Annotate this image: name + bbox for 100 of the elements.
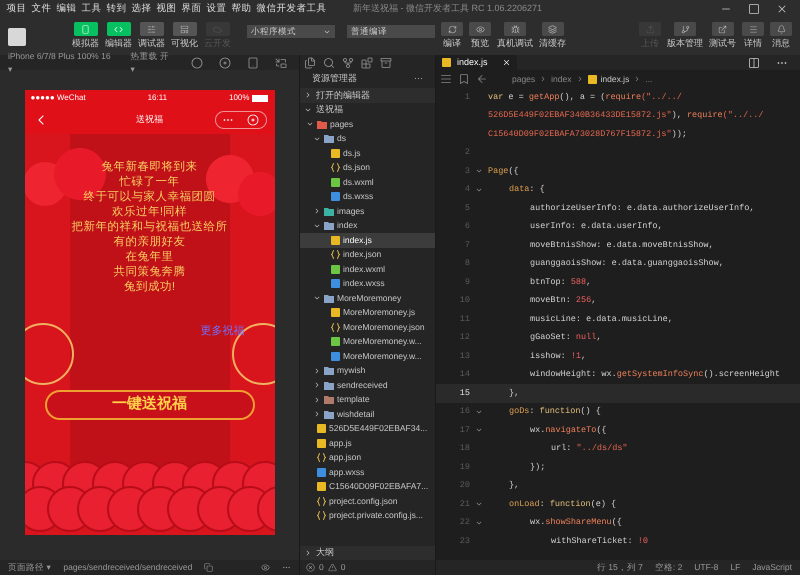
close-circle-icon[interactable] xyxy=(247,114,259,126)
toolbar-button[interactable] xyxy=(742,22,764,36)
file-tree-item[interactable]: C15640D09F02EBAFA7... xyxy=(300,480,435,494)
menu-item[interactable]: 微信开发者工具 xyxy=(254,2,329,16)
error-icon[interactable] xyxy=(306,563,315,572)
sliders-icon[interactable] xyxy=(147,24,156,34)
capsule-menu[interactable] xyxy=(214,111,266,129)
list-icon[interactable] xyxy=(440,73,452,85)
files-icon[interactable] xyxy=(304,56,316,68)
bookmark-icon[interactable] xyxy=(458,73,470,85)
toolbar-button[interactable] xyxy=(441,22,463,36)
branch-icon[interactable] xyxy=(342,56,354,68)
file-tree-item[interactable]: app.json xyxy=(300,450,435,465)
toolbar-button[interactable] xyxy=(674,22,696,36)
file-tree-item[interactable]: mywish xyxy=(300,364,435,378)
file-tree-item[interactable]: ds.js xyxy=(300,146,435,160)
toolbar-button[interactable] xyxy=(770,22,792,36)
status-item[interactable]: JavaScript xyxy=(752,561,792,574)
file-tree-item[interactable]: sendreceived xyxy=(300,378,435,392)
section-header[interactable]: 打开的编辑器 xyxy=(300,88,435,102)
menu-item[interactable]: 视图 xyxy=(154,2,179,16)
eye-icon[interactable] xyxy=(476,24,484,34)
file-tree-item[interactable]: index.js xyxy=(300,233,435,248)
file-tree-item[interactable]: template xyxy=(300,392,435,407)
device-select[interactable]: iPhone 6/7/8 Plus 100% 16 ▾ xyxy=(8,50,115,76)
file-tree-item[interactable]: images xyxy=(300,204,435,218)
mode-select[interactable]: 小程序模式 xyxy=(247,25,335,38)
file-tree-item[interactable]: 526D5E449F02EBAF34... xyxy=(300,422,435,436)
file-tree-item[interactable]: wishdetail xyxy=(300,407,435,422)
view-toggle-button[interactable] xyxy=(74,22,98,36)
external-link-icon[interactable] xyxy=(718,24,727,34)
file-tree-item[interactable]: index.json xyxy=(300,248,435,262)
avatar[interactable] xyxy=(8,28,26,46)
file-tree-item[interactable]: ds xyxy=(300,132,435,146)
close-icon[interactable] xyxy=(776,3,788,15)
menu-item[interactable]: 帮助 xyxy=(229,2,254,16)
file-tree-item[interactable]: MoreMoremoney.w... xyxy=(300,349,435,364)
menu-item[interactable]: 选择 xyxy=(129,2,154,16)
file-tree-item[interactable]: index.wxml xyxy=(300,262,435,276)
status-item[interactable]: LF xyxy=(730,561,740,574)
eye-icon[interactable] xyxy=(261,563,270,572)
view-toggle-button[interactable] xyxy=(172,22,196,36)
circle-icon[interactable] xyxy=(191,56,203,68)
status-item[interactable]: 空格: 2 xyxy=(654,561,682,574)
file-tree-item[interactable]: index.wxss xyxy=(300,276,435,291)
menu-item[interactable]: 编辑 xyxy=(54,2,79,16)
status-item[interactable]: UTF-8 xyxy=(694,561,718,574)
file-tree-item[interactable]: MoreMoremoney.json xyxy=(300,320,435,334)
breadcrumb-item[interactable]: pages xyxy=(512,72,536,86)
menu-item[interactable]: 项目 xyxy=(4,2,29,16)
chevron-right-icon[interactable] xyxy=(304,549,312,557)
maximize-icon[interactable] xyxy=(748,3,760,15)
bug-icon[interactable] xyxy=(510,24,520,34)
menu-item[interactable]: 设置 xyxy=(204,2,229,16)
breadcrumb-item[interactable]: index xyxy=(551,72,572,86)
copy-icon[interactable] xyxy=(204,563,214,572)
menu-item[interactable]: 工具 xyxy=(79,2,104,16)
status-item[interactable]: 行 15，列 7 xyxy=(596,561,643,574)
archive-icon[interactable] xyxy=(380,56,392,68)
file-tree-item[interactable]: ds.wxml xyxy=(300,175,435,190)
blocks-icon[interactable] xyxy=(361,56,373,68)
menu-item[interactable]: 文件 xyxy=(29,2,54,16)
toolbar-button[interactable] xyxy=(542,22,564,36)
close-icon[interactable] xyxy=(502,58,511,67)
section-header[interactable]: 大纲 xyxy=(300,546,435,560)
send-wishes-button[interactable]: 一键送祝福 xyxy=(44,390,254,420)
menu-item[interactable]: 界面 xyxy=(179,2,204,16)
search-icon[interactable] xyxy=(323,56,335,68)
menu-icon[interactable] xyxy=(748,24,758,34)
page-path-label[interactable]: 页面路径 ▾ xyxy=(8,561,52,574)
window-icon[interactable] xyxy=(275,56,287,68)
hot-reload-select[interactable]: 热重载 开 ▾ xyxy=(130,50,175,76)
layers-icon[interactable] xyxy=(548,24,557,34)
more-menu[interactable]: ··· xyxy=(414,72,423,86)
file-tree-item[interactable]: project.config.json xyxy=(300,494,435,508)
back-icon[interactable] xyxy=(476,73,488,85)
section-header[interactable]: 送祝福 xyxy=(300,102,435,117)
toolbar-button[interactable] xyxy=(504,22,526,36)
bell-icon[interactable] xyxy=(776,24,786,34)
file-tree-item[interactable]: MoreMoremoney.js xyxy=(300,306,435,320)
split-icon[interactable] xyxy=(748,56,760,68)
toolbar-button[interactable] xyxy=(712,22,734,36)
record-icon[interactable] xyxy=(219,56,231,68)
view-toggle-button[interactable] xyxy=(106,22,130,36)
file-tree-item[interactable]: app.js xyxy=(300,436,435,450)
file-tree-item[interactable]: MoreMoremoney xyxy=(300,291,435,306)
chevron-right-icon[interactable] xyxy=(304,91,312,100)
branch-icon[interactable] xyxy=(680,24,690,34)
editor-tab[interactable]: index.js xyxy=(436,55,517,70)
file-tree-item[interactable]: project.private.config.js... xyxy=(300,508,435,523)
chevron-right-icon[interactable] xyxy=(313,207,321,216)
file-tree-item[interactable]: MoreMoremoney.w... xyxy=(300,334,435,349)
breadcrumb-item[interactable]: ... xyxy=(645,72,652,86)
file-tree-item[interactable]: app.wxss xyxy=(300,465,435,480)
compile-select[interactable]: 普通编译 xyxy=(347,25,435,38)
phone-icon[interactable] xyxy=(247,56,259,68)
menu-item[interactable]: 转到 xyxy=(104,2,129,16)
file-tree-item[interactable]: index xyxy=(300,218,435,233)
refresh-icon[interactable] xyxy=(448,24,456,34)
file-tree-item[interactable]: pages xyxy=(300,117,435,132)
